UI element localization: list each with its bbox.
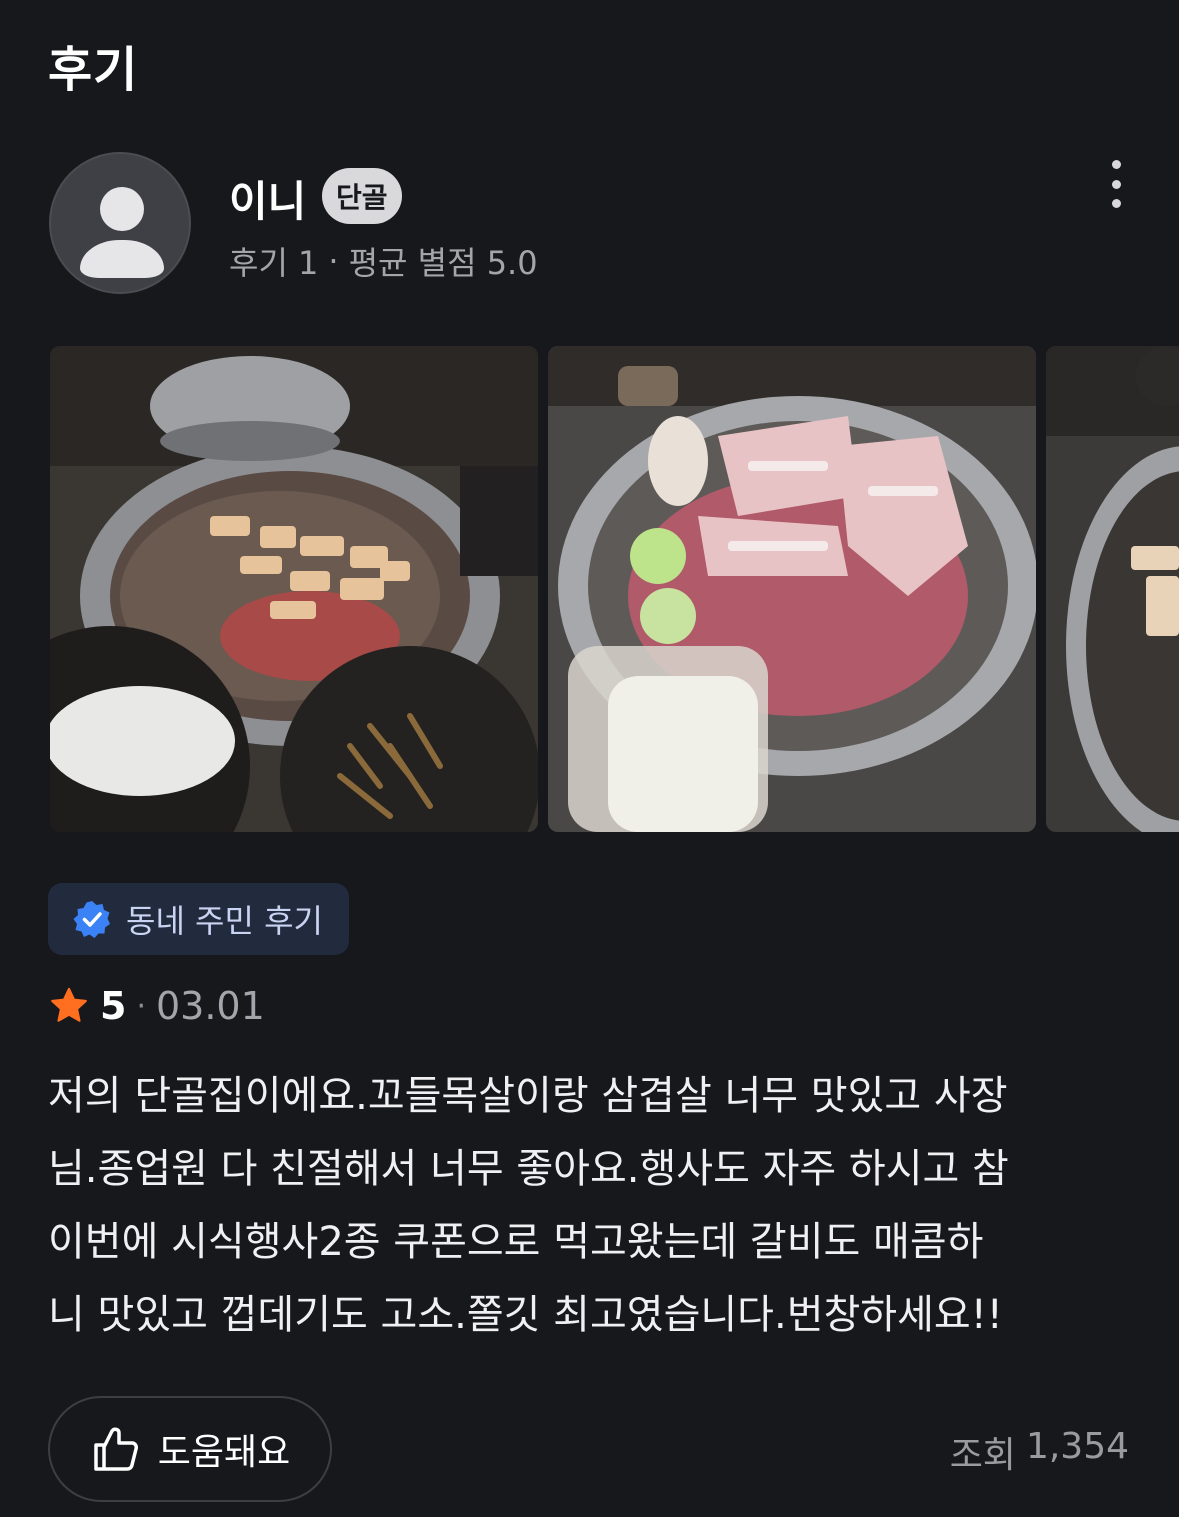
author-meta: 후기 1 · 평균 별점 5.0	[229, 238, 538, 284]
author-name[interactable]: 이니	[229, 168, 306, 229]
thumbs-up-icon	[94, 1427, 138, 1471]
helpful-label: 도움돼요	[157, 1432, 291, 1473]
regular-badge-label: 단골	[336, 181, 388, 214]
avatar-body-shape	[80, 240, 164, 278]
rating-score: 5	[100, 984, 127, 1028]
grill-photo-3-image	[1046, 346, 1179, 832]
review-body: 저의 단골집이에요.꼬들목살이랑 삼겹살 너무 맛있고 사장 님.종업원 다 친…	[48, 1073, 1009, 1338]
neighbor-review-badge: 동네 주민 후기	[48, 883, 349, 955]
more-dot-icon	[1111, 160, 1121, 169]
rating-separator: ·	[136, 988, 146, 1024]
review-page: 후기 이니 단골 후기 1 · 평균 별점 5.0 동네 주민 후기 5 · 0…	[0, 0, 1179, 1517]
review-photo-1[interactable]	[50, 346, 538, 832]
verified-check-icon	[73, 901, 110, 938]
meta-separator: ·	[328, 242, 339, 280]
grill-photo-2-image	[548, 346, 1036, 832]
section-title: 후기	[48, 42, 139, 98]
author-review-count: 후기 1	[229, 244, 319, 282]
review-date: 03.01	[156, 984, 265, 1028]
view-count: 조회 1,354	[950, 1426, 1129, 1478]
helpful-button[interactable]: 도움돼요	[48, 1396, 332, 1502]
more-dot-icon	[1111, 199, 1121, 208]
regular-customer-badge: 단골	[322, 168, 402, 224]
review-photo-3[interactable]	[1046, 346, 1179, 832]
avatar-head-shape	[100, 187, 144, 231]
review-photo-2[interactable]	[548, 346, 1036, 832]
view-count-label: 조회	[949, 1435, 1016, 1476]
view-count-value: 1,354	[1025, 1426, 1129, 1467]
more-dot-icon	[1111, 179, 1121, 189]
author-average-rating: 평균 별점 5.0	[348, 244, 538, 282]
grill-photo-1-image	[50, 346, 538, 832]
rating-row: 5 · 03.01	[48, 984, 265, 1028]
neighbor-badge-label: 동네 주민 후기	[126, 902, 323, 940]
avatar[interactable]	[49, 152, 191, 294]
more-options-button[interactable]	[1096, 154, 1136, 214]
star-icon	[51, 987, 87, 1022]
